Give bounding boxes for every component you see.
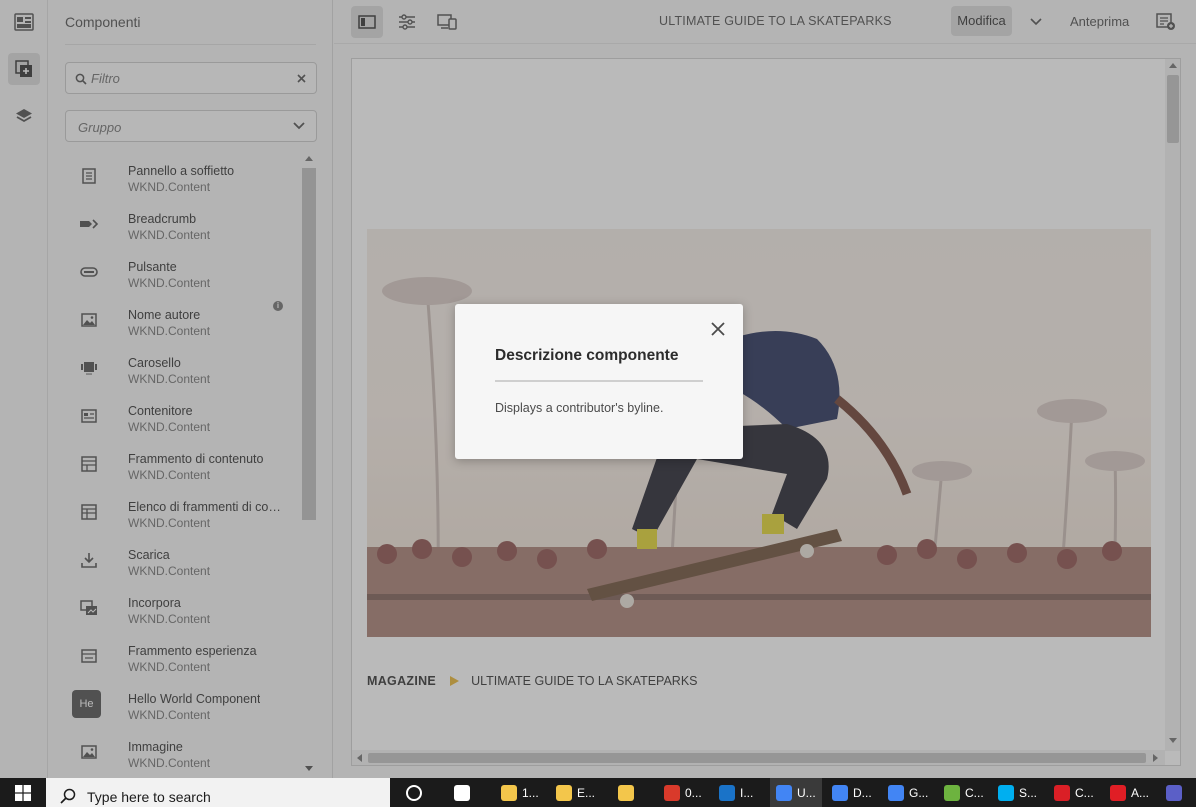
skype-icon <box>998 784 1014 801</box>
close-icon[interactable] <box>709 320 727 338</box>
chrome-icon <box>776 784 792 801</box>
outlook-icon <box>719 784 735 801</box>
taskbar-app-folder[interactable]: E... <box>550 778 601 807</box>
teams-icon <box>1166 784 1182 801</box>
taskbar-search-box[interactable]: Type here to search <box>46 778 390 807</box>
taskbar-app-label: S... <box>1019 785 1038 800</box>
chrome-icon <box>888 784 904 801</box>
taskbar-app-folder[interactable]: 1... <box>495 778 545 807</box>
taskbar-app-folder[interactable] <box>612 778 645 807</box>
creative-cloud-icon <box>1054 784 1070 801</box>
taskbar-app-outlook[interactable]: I... <box>713 778 759 807</box>
taskbar-app-chrome[interactable]: D... <box>826 778 878 807</box>
taskbar-app-editor[interactable]: C... <box>938 778 990 807</box>
task-view-icon <box>454 784 470 801</box>
search-icon <box>60 788 76 804</box>
taskbar-app-app[interactable]: 0... <box>658 778 708 807</box>
taskbar-app-label: D... <box>853 785 872 800</box>
taskbar-app-label: E... <box>577 785 596 800</box>
taskbar-app-cortana[interactable] <box>400 778 433 807</box>
dialog-title: Descrizione componente <box>495 347 679 364</box>
cortana-icon <box>406 784 422 801</box>
taskbar-app-label: G... <box>909 785 929 800</box>
taskbar-app-label: U... <box>797 785 816 800</box>
folder-icon <box>556 784 572 801</box>
taskbar-app-chrome[interactable]: U... <box>770 778 822 807</box>
taskbar-app-teams[interactable] <box>1160 778 1193 807</box>
folder-icon <box>501 784 517 801</box>
taskbar-app-label: C... <box>1075 785 1094 800</box>
windows-start-button[interactable] <box>0 778 46 807</box>
taskbar-search-placeholder: Type here to search <box>87 789 211 805</box>
chrome-icon <box>832 784 848 801</box>
editor-icon <box>944 784 960 801</box>
windows-taskbar: Type here to search 1... E... 0... I... U...… <box>0 778 1196 807</box>
acrobat-icon <box>1110 784 1126 801</box>
app-icon <box>664 784 680 801</box>
dialog-divider <box>495 380 703 382</box>
taskbar-app-skype[interactable]: S... <box>992 778 1043 807</box>
taskbar-app-label: C... <box>965 785 984 800</box>
taskbar-app-acrobat[interactable]: A... <box>1104 778 1155 807</box>
taskbar-app-label: I... <box>740 785 754 800</box>
component-description-dialog: Descrizione componente Displays a contri… <box>455 304 743 459</box>
taskbar-app-label: 1... <box>522 785 539 800</box>
folder-icon <box>618 784 634 801</box>
taskbar-app-label: 0... <box>685 785 702 800</box>
taskbar-app-chrome[interactable]: G... <box>882 778 934 807</box>
taskbar-app-task-view[interactable] <box>448 778 481 807</box>
taskbar-app-creative-cloud[interactable]: C... <box>1048 778 1100 807</box>
taskbar-app-label: A... <box>1131 785 1150 800</box>
dialog-body: Displays a contributor's byline. <box>495 401 664 415</box>
windows-logo-icon <box>15 784 31 801</box>
